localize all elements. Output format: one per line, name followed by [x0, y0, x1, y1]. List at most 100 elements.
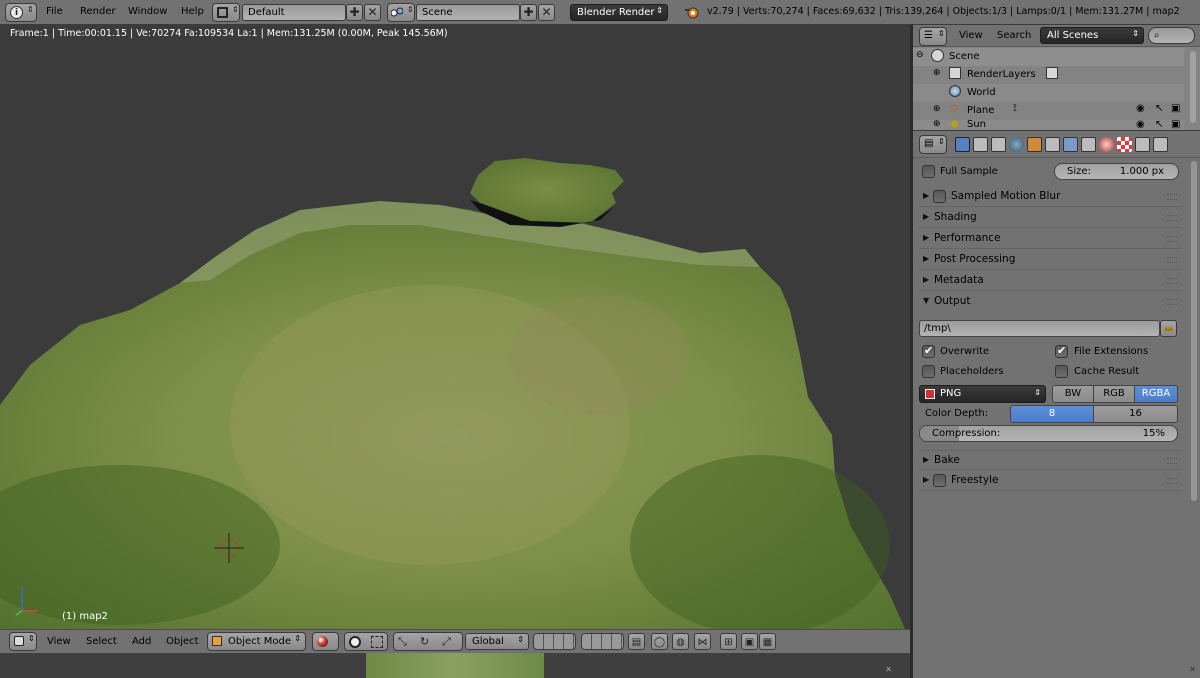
menu-object[interactable]: Object — [166, 636, 199, 647]
outliner-scrollbar[interactable] — [1190, 51, 1196, 123]
expand-icon[interactable]: ⊕ — [933, 68, 941, 78]
browse-folder-button[interactable]: ▬ — [1160, 320, 1177, 337]
panel-freestyle[interactable]: ▶ Freestyle — [919, 471, 1181, 491]
menu-select[interactable]: Select — [86, 636, 117, 647]
camera-render-icon[interactable]: ▣ — [1171, 120, 1180, 130]
outliner-row-scene[interactable]: ⊖ Scene — [913, 48, 1184, 66]
outliner-display-mode-dropdown[interactable]: All Scenes ⇕ — [1040, 27, 1144, 44]
transform-orientation-dropdown[interactable]: Global ⇕ — [465, 633, 529, 650]
cursor-select-icon[interactable]: ↖ — [1155, 103, 1163, 114]
delete-screen-button[interactable]: ✕ — [364, 4, 381, 21]
collapse-icon[interactable]: ⊖ — [916, 50, 924, 60]
cursor-select-icon[interactable]: ↖ — [1155, 120, 1163, 130]
interaction-mode-dropdown[interactable]: Object Mode ⇕ — [207, 632, 306, 651]
sampled-motion-blur-checkbox[interactable] — [933, 190, 946, 203]
modifiers-tab-icon[interactable] — [1063, 137, 1078, 152]
drag-grip-icon[interactable] — [1167, 299, 1177, 305]
viewport-shading-dropdown[interactable] — [312, 632, 339, 651]
outliner-search-input[interactable]: ⌕ — [1148, 27, 1195, 44]
color-mode-rgba[interactable]: RGBA — [1134, 385, 1178, 403]
drag-grip-icon[interactable] — [1167, 257, 1177, 263]
color-mode-rgb[interactable]: RGB — [1093, 385, 1135, 403]
eye-icon[interactable]: ◉ — [1136, 103, 1145, 114]
properties-editor-type-button[interactable]: ▤ ⇕ — [919, 135, 947, 154]
screen-layout-selector[interactable]: ⇕ — [212, 3, 240, 22]
lock-layer-button[interactable]: ▤ — [628, 633, 645, 650]
drag-grip-icon[interactable] — [1167, 478, 1177, 484]
properties-scrollbar[interactable] — [1191, 161, 1197, 501]
outliner-row-world[interactable]: World — [913, 84, 1184, 102]
drag-grip-icon[interactable] — [1167, 236, 1177, 242]
menu-add[interactable]: Add — [132, 636, 151, 647]
render-engine-dropdown[interactable]: Blender Render ⇕ — [570, 4, 668, 21]
outliner-menu-search[interactable]: Search — [997, 30, 1031, 41]
drag-grip-icon[interactable] — [1167, 458, 1177, 464]
render-tab-icon[interactable] — [955, 137, 970, 152]
material-tab-icon[interactable] — [1099, 137, 1114, 152]
camera-render-icon[interactable]: ▣ — [1171, 103, 1180, 114]
drag-grip-icon[interactable] — [1167, 215, 1177, 221]
scene-name-field[interactable]: Scene — [416, 4, 520, 21]
manipulator-toggles[interactable]: ⤡ ↻ ⤢ — [393, 632, 463, 651]
scene-tab-icon[interactable] — [991, 137, 1006, 152]
output-path-field[interactable]: /tmp\ — [919, 320, 1160, 337]
constraints-tab-icon[interactable] — [1045, 137, 1060, 152]
panel-output[interactable]: ▼ Output — [919, 292, 1181, 312]
outliner-row-sun[interactable]: ⊕ ✹ Sun ◉ ↖ ▣ — [913, 120, 1184, 130]
physics-tab-icon[interactable] — [1153, 137, 1168, 152]
expand-icon[interactable]: ⊕ — [933, 120, 941, 129]
menu-window[interactable]: Window — [128, 6, 167, 17]
color-mode-bw[interactable]: BW — [1052, 385, 1094, 403]
area-split-icon[interactable]: ✕ — [885, 665, 892, 674]
delete-scene-button[interactable]: ✕ — [538, 4, 555, 21]
freestyle-checkbox[interactable] — [933, 474, 946, 487]
snap-element-button[interactable]: ⋈ — [694, 633, 711, 650]
placeholders-checkbox[interactable] — [922, 365, 935, 378]
panel-sampled-motion-blur[interactable]: ▶ Sampled Motion Blur — [919, 187, 1181, 207]
overwrite-checkbox[interactable] — [922, 344, 935, 358]
outliner-row-renderlayers[interactable]: ⊕ RenderLayers — [913, 66, 1184, 84]
menu-view[interactable]: View — [47, 636, 71, 647]
editor-type-button[interactable]: ⇕ — [9, 632, 37, 651]
proportional-edit-button[interactable]: ◯ — [651, 633, 668, 650]
opengl-animation-button[interactable]: ▦ — [759, 633, 776, 650]
panel-post-processing[interactable]: ▶ Post Processing — [919, 250, 1181, 270]
scene-selector[interactable]: ⇕ — [387, 3, 415, 22]
panel-bake[interactable]: ▶ Bake — [919, 450, 1181, 470]
snap-target-button[interactable]: ⊞ — [720, 633, 737, 650]
eye-icon[interactable]: ◉ — [1136, 120, 1145, 130]
layer-buttons-left[interactable] — [533, 633, 576, 650]
add-screen-button[interactable]: ✚ — [346, 4, 363, 21]
add-scene-button[interactable]: ✚ — [520, 4, 537, 21]
screen-layout-name-field[interactable]: Default — [242, 4, 346, 21]
file-format-dropdown[interactable]: PNG ⇕ — [919, 385, 1046, 403]
outliner-menu-view[interactable]: View — [959, 30, 983, 41]
outliner-editor-type-button[interactable]: ☰ ⇕ — [919, 27, 947, 46]
drag-grip-icon[interactable] — [1167, 194, 1177, 200]
render-layers-tab-icon[interactable] — [973, 137, 988, 152]
color-depth-16[interactable]: 16 — [1093, 405, 1178, 423]
panel-performance[interactable]: ▶ Performance — [919, 229, 1181, 249]
snap-toggle-button[interactable]: ◍ — [672, 633, 689, 650]
opengl-render-button[interactable]: ▣ — [741, 633, 758, 650]
drag-grip-icon[interactable] — [1167, 278, 1177, 284]
panel-metadata[interactable]: ▶ Metadata — [919, 271, 1181, 291]
expand-icon[interactable]: ⊕ — [933, 104, 941, 114]
3d-viewport[interactable]: Frame:1 | Time:00:01.15 | Ve:70274 Fa:10… — [0, 25, 910, 629]
data-tab-icon[interactable] — [1081, 137, 1096, 152]
layer-buttons-right[interactable] — [581, 633, 624, 650]
texture-tab-icon[interactable] — [1117, 137, 1132, 152]
color-depth-8[interactable]: 8 — [1010, 405, 1094, 423]
particles-tab-icon[interactable] — [1135, 137, 1150, 152]
panel-shading[interactable]: ▶ Shading — [919, 208, 1181, 228]
pivot-point-dropdown[interactable] — [344, 632, 388, 651]
menu-render[interactable]: Render — [80, 6, 116, 17]
size-field[interactable]: Size: 1.000 px — [1054, 163, 1179, 180]
area-split-icon[interactable]: ✕ — [1189, 665, 1196, 674]
cache-result-checkbox[interactable] — [1055, 365, 1068, 378]
outliner-row-plane[interactable]: ⊕ ▽ Plane ⟟ ◉ ↖ ▣ — [913, 102, 1184, 120]
file-extensions-checkbox[interactable] — [1055, 344, 1068, 358]
compression-slider[interactable]: Compression: 15% — [919, 425, 1178, 442]
world-tab-icon[interactable] — [1009, 137, 1024, 152]
menu-file[interactable]: File — [46, 6, 63, 17]
